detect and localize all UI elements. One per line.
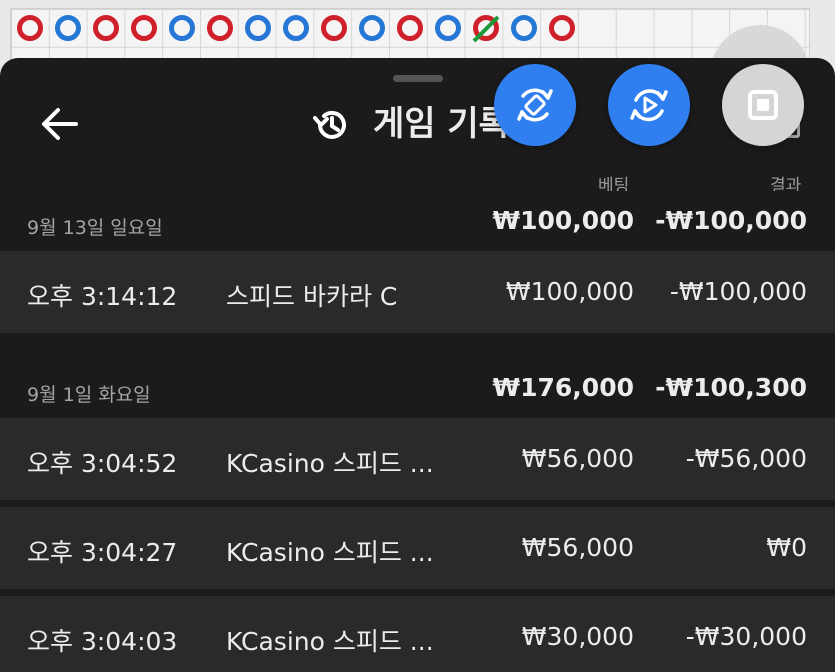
rotate-button[interactable] (494, 64, 576, 146)
row-game: KCasino 스피드 ... (226, 449, 434, 478)
player-bead (245, 15, 271, 41)
player-bead (511, 15, 537, 41)
history-row[interactable]: 오후 3:04:52 KCasino 스피드 ... ₩56,000 -₩56,… (0, 418, 835, 500)
player-bead (435, 15, 461, 41)
row-time: 오후 3:14:12 (27, 282, 178, 311)
row-result: -₩100,000 (669, 277, 807, 306)
replay-icon (630, 89, 668, 122)
banker-bead (131, 15, 157, 41)
row-time: 오후 3:04:27 (27, 538, 178, 567)
player-bead (283, 15, 309, 41)
page-title: 게임 기록 (373, 104, 510, 144)
history-row[interactable]: 오후 3:04:03 KCasino 스피드 ... ₩30,000 -₩30,… (0, 596, 835, 672)
history-icon (313, 110, 346, 139)
date-label: 9월 1일 화요일 (27, 384, 151, 406)
date-group-header: 9월 1일 화요일 ₩176,000 -₩100,300 (0, 358, 835, 418)
drag-handle[interactable] (393, 75, 443, 82)
player-bead (55, 15, 81, 41)
player-bead (169, 15, 195, 41)
banker-bead (549, 15, 575, 41)
game-history-sheet: 게임 기록 베팅 결과 9월 13일 일요일 ₩100,000 -₩100,00… (0, 58, 835, 672)
stop-button[interactable] (722, 64, 804, 146)
bet-total: ₩100,000 (492, 206, 634, 235)
row-bet: ₩30,000 (521, 622, 634, 651)
banker-bead (93, 15, 119, 41)
row-bet: ₩56,000 (521, 533, 634, 562)
bet-total: ₩176,000 (492, 373, 634, 402)
row-game: 스피드 바카라 C (226, 282, 398, 311)
stop-icon (748, 90, 778, 120)
date-group-header: 9월 13일 일요일 ₩100,000 -₩100,000 (0, 191, 835, 251)
row-result: ₩0 (766, 533, 807, 562)
row-game: KCasino 스피드 ... (226, 627, 434, 656)
banker-bead (397, 15, 423, 41)
player-bead (359, 15, 385, 41)
result-total: -₩100,300 (655, 373, 807, 402)
date-label: 9월 13일 일요일 (27, 217, 163, 239)
row-result: -₩30,000 (685, 622, 807, 651)
history-row[interactable]: 오후 3:04:27 KCasino 스피드 ... ₩56,000 ₩0 (0, 507, 835, 589)
row-bet: ₩100,000 (505, 277, 634, 306)
banker-bead (321, 15, 347, 41)
banker-bead (207, 15, 233, 41)
row-time: 오후 3:04:03 (27, 627, 178, 656)
back-button[interactable] (38, 104, 82, 144)
history-row[interactable]: 오후 3:14:12 스피드 바카라 C ₩100,000 -₩100,000 (0, 251, 835, 333)
row-game: KCasino 스피드 ... (226, 538, 434, 567)
result-total: -₩100,000 (655, 206, 807, 235)
row-bet: ₩56,000 (521, 444, 634, 473)
row-result: -₩56,000 (685, 444, 807, 473)
banker-bead (17, 15, 43, 41)
arrow-left-icon (42, 108, 78, 140)
replay-button[interactable] (608, 64, 690, 146)
row-time: 오후 3:04:52 (27, 449, 178, 478)
rotate-device-icon (517, 88, 553, 122)
